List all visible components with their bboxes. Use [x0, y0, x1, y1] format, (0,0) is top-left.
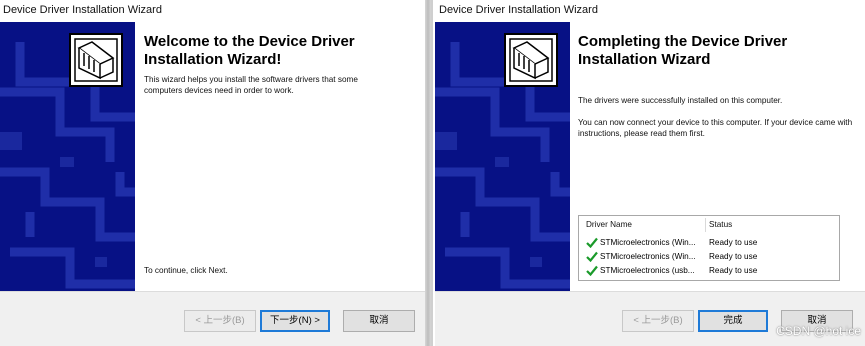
connect-device-message: You can now connect your device to this …	[578, 118, 853, 138]
welcome-description: This wizard helps you install the softwa…	[144, 75, 358, 95]
circuit-board-artwork	[0, 33, 135, 289]
hardware-box-icon	[504, 33, 558, 87]
wizard-content: Completing the Device Driver Installatio…	[570, 22, 860, 291]
back-button[interactable]: < 上一步(B)	[622, 310, 694, 332]
csdn-watermark: CSDN @hot ice	[776, 324, 861, 338]
back-button[interactable]: < 上一步(B)	[184, 310, 256, 332]
cancel-button[interactable]: 取消	[343, 310, 415, 332]
table-row: STMicroelectronics (Win... Ready to use	[579, 250, 839, 263]
next-button[interactable]: 下一步(N) >	[260, 310, 330, 332]
driver-status-table: Driver Name Status STMicroelectronics (W…	[578, 215, 840, 281]
table-row: STMicroelectronics (Win... Ready to use	[579, 236, 839, 249]
finish-button[interactable]: 完成	[698, 310, 768, 332]
green-check-icon	[586, 265, 598, 276]
welcome-wizard-window: Device Driver Installation Wizard Welcom…	[0, 0, 425, 346]
driver-status: Ready to use	[709, 266, 758, 275]
wizard-button-bar: < 上一步(B) 下一步(N) > 取消	[0, 291, 425, 346]
wizard-side-banner	[435, 22, 570, 291]
circuit-board-artwork	[435, 33, 570, 289]
driver-status: Ready to use	[709, 238, 758, 247]
column-header-driver-name: Driver Name	[586, 220, 632, 229]
table-row: STMicroelectronics (usb... Ready to use	[579, 264, 839, 277]
driver-name: STMicroelectronics (Win...	[600, 252, 696, 261]
column-separator	[705, 218, 706, 232]
continue-instruction: To continue, click Next.	[144, 266, 228, 275]
window-title: Device Driver Installation Wizard	[439, 4, 598, 16]
completion-wizard-window: Device Driver Installation Wizard Comple…	[431, 0, 865, 346]
column-header-status: Status	[709, 220, 733, 229]
driver-name: STMicroelectronics (Win...	[600, 238, 696, 247]
success-message: The drivers were successfully installed …	[578, 96, 783, 105]
driver-status: Ready to use	[709, 252, 758, 261]
welcome-heading: Welcome to the Device Driver Installatio…	[144, 33, 355, 68]
green-check-icon	[586, 237, 598, 248]
green-check-icon	[586, 251, 598, 262]
completion-heading: Completing the Device Driver Installatio…	[578, 33, 788, 68]
wizard-content: Welcome to the Device Driver Installatio…	[135, 22, 425, 291]
window-title: Device Driver Installation Wizard	[3, 4, 162, 16]
driver-name: STMicroelectronics (usb...	[600, 266, 695, 275]
wizard-side-banner	[0, 22, 135, 291]
window-edge	[431, 0, 433, 346]
hardware-box-icon	[69, 33, 123, 87]
